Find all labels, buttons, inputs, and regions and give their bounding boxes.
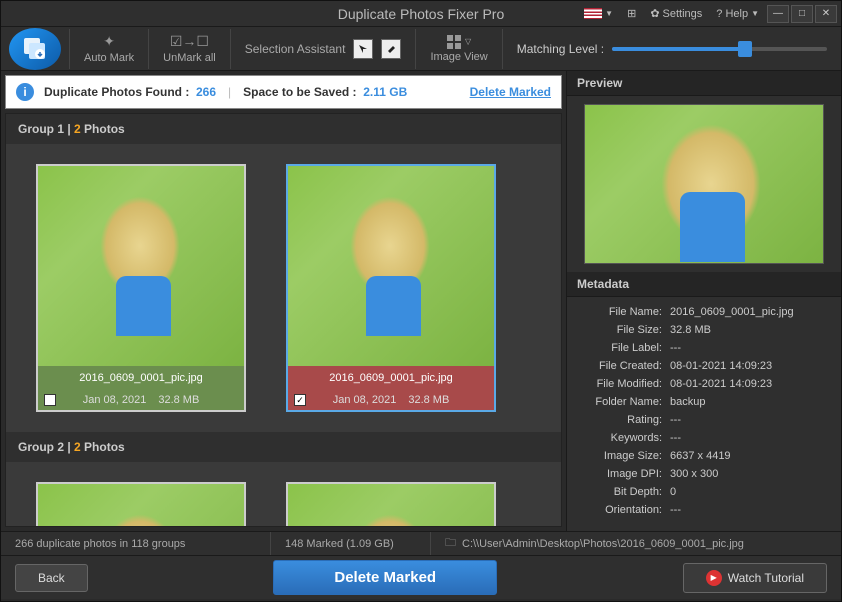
metadata-row: File Size:32.8 MB [571,321,837,339]
preview-image [584,104,824,264]
sel-assist-arrow-button[interactable] [353,39,373,59]
help-menu[interactable]: ? Help▼ [710,6,765,22]
preview-title: Preview [567,71,841,96]
folder-icon: 🗀 [445,534,456,553]
space-value: 2.11 GB [363,85,407,99]
thumbnail-size: 32.8 MB [408,394,449,406]
status-path: 🗀C:\\User\Admin\Desktop\Photos\2016_0609… [431,532,841,555]
unmarkall-button[interactable]: ☑→☐ UnMark all [148,29,230,69]
space-label: Space to be Saved : [243,85,356,99]
close-button[interactable]: ✕ [815,5,837,23]
app-title: Duplicate Photos Fixer Pro [338,6,505,22]
thumbnail-card[interactable]: 2016_0609_0001_pic.jpg ✓ Jan 08, 2021 32… [286,164,496,412]
metadata-title: Metadata [567,272,841,297]
metadata-row: Keywords:--- [571,429,837,447]
delete-marked-button[interactable]: Delete Marked [273,560,497,595]
thumbnail-filename: 2016_0609_0001_pic.jpg [288,366,494,390]
thumbnail-card[interactable] [36,482,246,527]
thumbnail-filename: 2016_0609_0001_pic.jpg [38,366,244,390]
app-logo-icon [9,28,61,70]
group-header: Group 1 | 2 Photos [6,114,561,144]
found-count: 266 [196,85,216,99]
info-bar: i Duplicate Photos Found : 266 | Space t… [5,75,562,109]
metadata-row: Rating:--- [571,411,837,429]
matching-level: Matching Level : [503,42,841,56]
title-bar: Duplicate Photos Fixer Pro ▼ ⊞ ✿ Setting… [1,1,841,27]
info-icon: i [16,83,34,101]
thumbnail-date: Jan 08, 2021 [333,394,397,406]
sel-assist-erase-button[interactable] [381,39,401,59]
thumbnail-card[interactable] [286,482,496,527]
status-summary: 266 duplicate photos in 118 groups [1,532,271,555]
language-flag[interactable]: ▼ [578,6,619,21]
wand-icon: ✦ [103,33,115,50]
selection-assistant: Selection Assistant [230,29,416,69]
matching-level-slider[interactable] [612,47,827,51]
delete-marked-link[interactable]: Delete Marked [470,85,551,99]
metadata-row: Orientation:--- [571,501,837,519]
settings-menu[interactable]: ✿ Settings [644,5,708,22]
group-header: Group 2 | 2 Photos [6,432,561,462]
metadata-row: File Label:--- [571,339,837,357]
thumbnail-image [38,166,244,366]
bottom-bar: Back Delete Marked ▶ Watch Tutorial [1,555,841,599]
metadata-row: Image Size:6637 x 4419 [571,447,837,465]
metadata-row: Folder Name:backup [571,393,837,411]
thumbnail-date: Jan 08, 2021 [83,394,147,406]
groups-scroll[interactable]: Group 1 | 2 Photos 2016_0609_0001_pic.jp… [5,113,562,527]
metadata-list[interactable]: File Name:2016_0609_0001_pic.jpg File Si… [567,297,841,531]
thumbnail-image [288,166,494,366]
status-marked: 148 Marked (1.09 GB) [271,532,431,555]
thumbnail-image [288,484,494,527]
image-view-button[interactable]: ▽ Image View [415,29,502,69]
info-grid-icon[interactable]: ⊞ [621,5,642,22]
status-bar: 266 duplicate photos in 118 groups 148 M… [1,531,841,555]
metadata-row: Bit Depth:0 [571,483,837,501]
thumbnail-checkbox[interactable] [44,394,56,406]
thumbnail-checkbox[interactable]: ✓ [294,394,306,406]
thumbnail-size: 32.8 MB [158,394,199,406]
watch-tutorial-button[interactable]: ▶ Watch Tutorial [683,563,827,593]
thumbnail-card[interactable]: 2016_0609_0001_pic.jpg Jan 08, 2021 32.8… [36,164,246,412]
play-icon: ▶ [706,570,722,586]
uncheck-icon: ☑→☐ [170,33,209,50]
toolbar: ✦ Auto Mark ☑→☐ UnMark all Selection Ass… [1,27,841,71]
metadata-row: File Modified:08-01-2021 14:09:23 [571,375,837,393]
minimize-button[interactable]: — [767,5,789,23]
found-label: Duplicate Photos Found : [44,85,189,99]
grid-icon [447,35,461,49]
metadata-row: File Created:08-01-2021 14:09:23 [571,357,837,375]
metadata-row: File Name:2016_0609_0001_pic.jpg [571,303,837,321]
back-button[interactable]: Back [15,564,88,592]
metadata-row: Image DPI:300 x 300 [571,465,837,483]
thumbnail-image [38,484,244,527]
automark-button[interactable]: ✦ Auto Mark [69,29,148,69]
maximize-button[interactable]: □ [791,5,813,23]
